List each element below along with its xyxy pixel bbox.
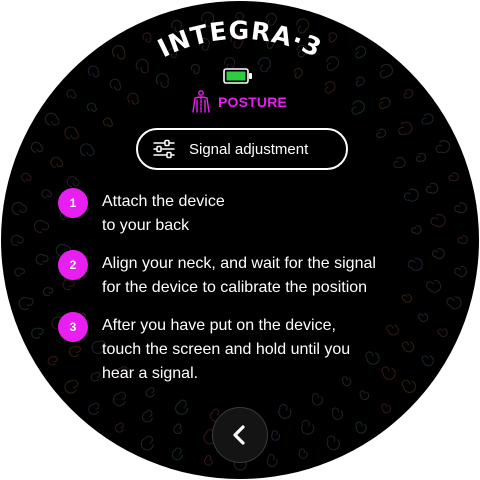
swirl-ornament	[64, 379, 79, 394]
swirl-ornament	[50, 156, 64, 168]
swirl-ornament	[88, 402, 100, 415]
swirl-ornament	[112, 391, 127, 407]
swirl-ornament	[175, 399, 189, 415]
swirl-ornament	[10, 234, 24, 246]
back-button[interactable]	[212, 407, 268, 463]
swirl-ornament	[448, 172, 459, 182]
swirl-ornament	[446, 296, 462, 310]
swirl-ornament	[141, 409, 153, 423]
swirl-ornament	[47, 356, 58, 366]
brand-title: INTEGRA·3	[153, 16, 326, 63]
signal-adjustment-label: Signal adjustment	[189, 140, 309, 158]
swirl-ornament	[301, 419, 315, 435]
swirl-ornament	[415, 152, 427, 162]
swirl-ornament	[454, 266, 468, 278]
swirl-ornament	[64, 126, 80, 140]
swirl-ornament	[401, 379, 417, 393]
swirl-ornament	[44, 112, 60, 126]
swirl-ornament	[66, 176, 80, 188]
swirl-ornament	[79, 143, 95, 157]
swirl-ornament	[90, 371, 101, 382]
step-number-badge: 2	[58, 250, 88, 280]
step-item: 2 Align your neck, and wait for the sign…	[58, 250, 438, 296]
swirl-ornament	[41, 189, 52, 199]
step-item: 1 Attach the device to your back	[58, 188, 438, 234]
swirl-ornament	[435, 140, 451, 154]
swirl-ornament	[266, 454, 278, 467]
mode-label: POSTURE	[218, 94, 288, 110]
step-number-badge: 1	[58, 188, 88, 218]
swirl-ornament	[381, 366, 396, 380]
swirl-ornament	[437, 328, 448, 338]
swirl-ornament	[457, 235, 468, 245]
swirl-ornament	[173, 423, 183, 435]
swirl-ornament	[454, 202, 467, 214]
battery-full-icon	[223, 68, 252, 84]
swirl-ornament	[355, 421, 367, 434]
swirl-ornament	[203, 455, 213, 466]
swirl-ornament	[326, 435, 340, 451]
swirl-ornament	[18, 296, 34, 311]
swirl-ornament	[42, 287, 54, 297]
sliders-icon	[153, 139, 175, 159]
swirl-ornament	[102, 117, 113, 127]
swirl-ornament	[298, 448, 308, 459]
swirl-ornament	[31, 327, 44, 339]
swirl-ornament	[21, 172, 32, 182]
swirl-ornament	[359, 390, 370, 401]
step-text: After you have put on the device, touch …	[102, 317, 351, 382]
swirl-ornament	[11, 201, 27, 215]
signal-adjustment-button[interactable]: Signal adjustment	[136, 128, 348, 170]
step-number-badge: 3	[58, 312, 88, 342]
swirl-ornament	[140, 435, 154, 451]
swirl-ornament	[271, 430, 281, 441]
swirl-ornament	[35, 253, 49, 265]
swirl-ornament	[331, 407, 344, 420]
step-item: 3 After you have put on the device, touc…	[58, 312, 438, 382]
swirl-ornament	[421, 355, 434, 367]
step-text: Align your neck, and wait for the signal…	[102, 255, 376, 296]
swirl-ornament	[171, 447, 183, 461]
instruction-steps: 1 Attach the device to your back 2 Align…	[58, 188, 438, 382]
swirl-ornament	[421, 113, 434, 125]
swirl-ornament	[311, 393, 323, 406]
watch-screen: INTEGRA·3 POSTURE Signal adjustment 1 At…	[1, 1, 479, 479]
swirl-ornament	[114, 422, 124, 433]
chevron-left-icon	[233, 425, 245, 445]
swirl-ornament	[393, 157, 406, 169]
swirl-ornament	[14, 267, 25, 277]
step-text: Attach the device to your back	[102, 193, 225, 234]
swirl-ornament	[376, 128, 387, 139]
swirl-ornament	[278, 403, 292, 419]
swirl-ornament	[145, 387, 155, 398]
swirl-ornament	[398, 121, 413, 136]
posture-body-icon	[192, 90, 210, 113]
swirl-ornament	[33, 219, 50, 233]
mode-indicator: POSTURE	[190, 88, 287, 116]
swirl-ornament	[30, 141, 44, 153]
swirl-ornament	[381, 403, 392, 414]
